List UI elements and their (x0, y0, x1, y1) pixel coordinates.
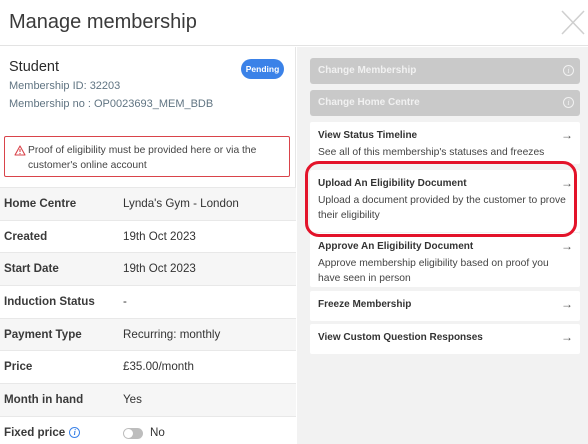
details-row-start-date: Start Date 19th Oct 2023 (0, 252, 296, 286)
change-home-centre-button[interactable]: Change Home Centre i (310, 90, 580, 116)
status-badge: Pending (241, 59, 284, 79)
row-label: Created (4, 229, 48, 243)
details-table: Home Centre Lynda's Gym - London Created… (0, 187, 296, 444)
details-row-induction-status: Induction Status - (0, 285, 296, 318)
modal-title: Manage membership (9, 11, 197, 33)
row-label: Home Centre (4, 197, 77, 210)
freeze-membership-button[interactable]: Freeze Membership → (310, 291, 580, 321)
membership-number: Membership no : OP0023693_MEM_BDB (9, 98, 214, 110)
action-title: Change Home Centre (318, 97, 420, 108)
alert-text: Proof of eligibility must be provided he… (28, 145, 257, 171)
row-value: £35.00/month (123, 360, 194, 374)
approve-eligibility-document-button[interactable]: Approve An Eligibility Document Approve … (310, 233, 580, 287)
action-title: View Status Timeline (318, 130, 418, 141)
toggle-knob (124, 428, 133, 438)
action-title: Change Membership (318, 65, 417, 76)
action-title: Freeze Membership (318, 299, 412, 310)
details-row-home-centre: Home Centre Lynda's Gym - London (0, 187, 296, 220)
membership-id: Membership ID: 32203 (9, 80, 121, 92)
view-custom-question-responses-button[interactable]: View Custom Question Responses → (310, 324, 580, 354)
action-title: Approve An Eligibility Document (318, 241, 474, 252)
actions-panel: Change Membership i Change Home Centre i… (297, 47, 588, 444)
row-value: Lynda's Gym - London (123, 197, 239, 210)
highlight-annotation (305, 161, 577, 237)
arrow-right-icon: → (561, 297, 573, 311)
modal-header: Manage membership (0, 0, 588, 46)
info-icon[interactable]: i (563, 65, 574, 76)
action-description: See all of this membership's statuses an… (318, 147, 545, 158)
toggle-label: No (150, 425, 165, 439)
action-title: View Custom Question Responses (318, 332, 483, 343)
close-icon[interactable] (560, 8, 586, 38)
row-label: Fixed price i (4, 425, 81, 439)
row-label: Price (4, 360, 33, 374)
row-label-text: Fixed price (4, 425, 66, 439)
arrow-right-icon: → (561, 330, 573, 344)
info-icon[interactable]: i (563, 97, 574, 108)
details-row-fixed-price: Fixed price i No (0, 415, 296, 444)
arrow-right-icon: → (561, 239, 573, 253)
view-status-timeline-button[interactable]: View Status Timeline See all of this mem… (310, 122, 580, 164)
details-row-payment-type: Payment Type Recurring: monthly (0, 317, 296, 351)
row-value: 19th Oct 2023 (123, 229, 196, 243)
membership-details-panel: Student Membership ID: 32203 Membership … (0, 47, 296, 444)
row-value: Recurring: monthly (123, 327, 221, 341)
row-label: Induction Status (4, 295, 95, 309)
fixed-price-toggle[interactable] (123, 427, 143, 439)
warning-icon (14, 143, 26, 156)
change-membership-button[interactable]: Change Membership i (310, 58, 580, 84)
row-value: - (123, 295, 127, 309)
row-value: 19th Oct 2023 (123, 262, 196, 276)
details-row-month-in-hand: Month in hand Yes (0, 383, 296, 416)
details-row-created: Created 19th Oct 2023 (0, 219, 296, 253)
details-row-price: Price £35.00/month (0, 350, 296, 384)
arrow-right-icon: → (561, 128, 573, 142)
row-label: Payment Type (4, 327, 82, 341)
membership-name: Student (9, 59, 59, 75)
row-value: Yes (123, 393, 142, 407)
eligibility-alert: Proof of eligibility must be provided he… (4, 136, 290, 177)
action-description: Approve membership eligibility based on … (318, 258, 549, 284)
row-label: Start Date (4, 262, 59, 276)
row-label: Month in hand (4, 393, 84, 407)
info-icon[interactable]: i (69, 426, 81, 438)
